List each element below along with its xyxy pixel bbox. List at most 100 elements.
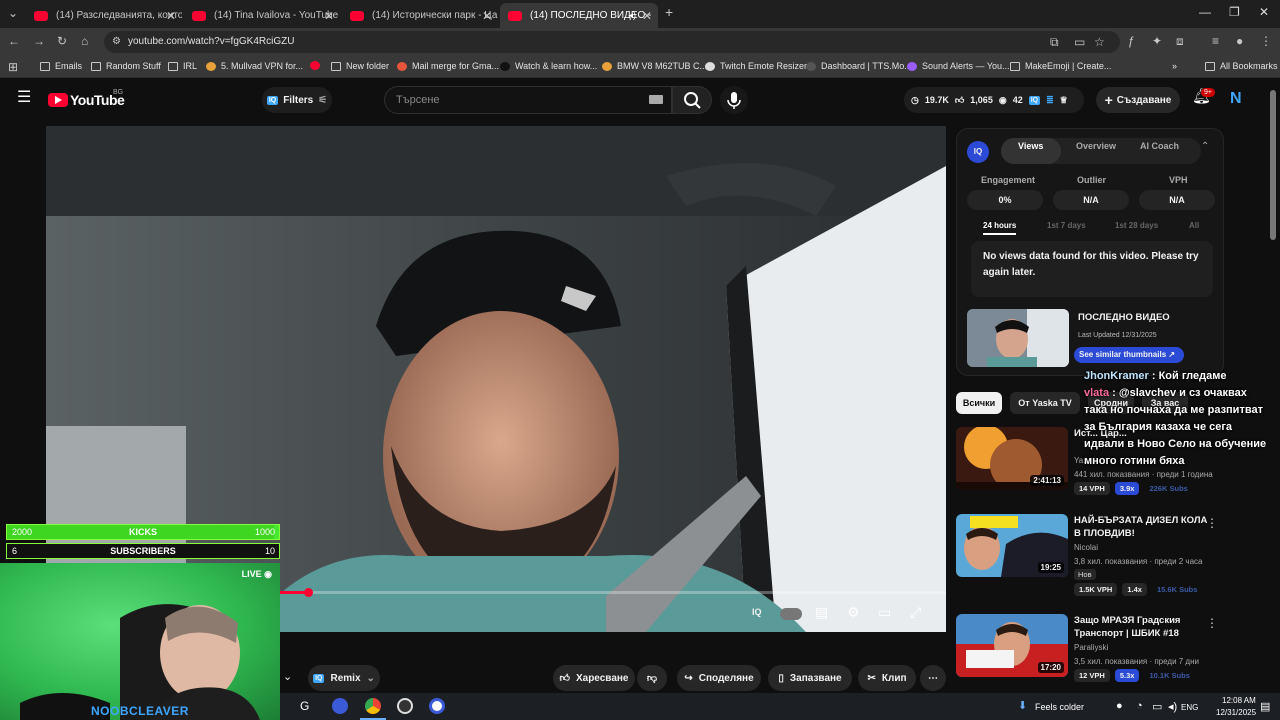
close-icon[interactable]: ✕ <box>324 9 334 23</box>
range-28-days[interactable]: 1st 28 days <box>1115 221 1158 230</box>
weather-icon[interactable]: ⬇ <box>1018 699 1027 712</box>
video-stats-pill[interactable]: ◷ 19.7K 👍︎ 1,065 ◉ 42 IQ ≣ ♕ <box>904 87 1084 113</box>
forward-icon[interactable]: → <box>33 34 45 48</box>
apps-grid-icon[interactable]: ⊞ <box>8 60 18 74</box>
language-indicator[interactable]: ENG <box>1181 703 1198 712</box>
recommendation-title[interactable]: Защо МРАЗЯ Градския Транспорт | ШБИК #18 <box>1074 614 1208 640</box>
bookmark-item[interactable] <box>310 61 325 70</box>
extension-icon[interactable]: ✦ <box>1152 34 1162 48</box>
close-icon[interactable]: ✕ <box>482 9 492 23</box>
browser-tab[interactable]: (14) Исторически парк - Царс ✕ <box>342 3 498 28</box>
close-icon[interactable]: ✕ <box>166 9 176 23</box>
media-icon[interactable]: ≡ <box>1212 34 1219 48</box>
create-button[interactable]: + Създаване <box>1096 87 1180 113</box>
taskbar-app-icon[interactable]: G <box>300 699 309 713</box>
network-icon[interactable]: ▭ <box>1152 700 1162 713</box>
minimize-icon[interactable]: — <box>1199 5 1211 19</box>
recommendation-item[interactable]: 17:20 Защо МРАЗЯ Градския Транспорт | ШБ… <box>956 614 1224 694</box>
mic-tray-icon[interactable]: ● <box>1116 700 1123 712</box>
save-button[interactable]: ▯ Запазване <box>768 665 852 691</box>
bookmark-item[interactable]: New folder <box>331 61 389 71</box>
range-24-hours[interactable]: 24 hours <box>983 221 1017 235</box>
avatar[interactable]: N <box>1230 90 1250 110</box>
similar-thumbnails-button[interactable]: See similar thumbnails ↗ <box>1074 347 1184 363</box>
all-bookmarks[interactable]: All Bookmarks <box>1205 61 1278 71</box>
close-window-icon[interactable]: ✕ <box>1259 5 1269 19</box>
more-vertical-icon[interactable]: ⋮ <box>1206 516 1218 530</box>
speaker-icon[interactable]: ◂) <box>628 10 636 21</box>
bookmark-item[interactable]: Random Stuff <box>91 61 161 71</box>
browser-tab[interactable]: (14) Разследванията, които бе ✕ <box>26 3 182 28</box>
hamburger-menu-icon[interactable]: ☰ <box>17 90 31 106</box>
weather-text[interactable]: Feels colder <box>1035 702 1084 712</box>
keyboard-icon[interactable] <box>649 95 663 104</box>
bookmark-item[interactable]: BMW V8 M62TUB C... <box>602 61 707 71</box>
range-all[interactable]: All <box>1189 221 1199 230</box>
like-button[interactable]: 👍︎ Харесване <box>553 665 635 691</box>
chevron-down-icon[interactable]: ⌄ <box>283 670 292 683</box>
close-icon[interactable]: ✕ <box>642 9 652 23</box>
bookmark-star-icon[interactable]: ☆ <box>1094 35 1105 49</box>
address-bar[interactable]: ⚙ youtube.com/watch?v=fgGK4RciGZU ⧉ ▭ ☆ <box>104 31 1120 53</box>
youtube-logo-icon[interactable] <box>48 93 68 107</box>
chip-from-channel[interactable]: От Yaska TV <box>1010 392 1080 414</box>
translate-icon[interactable]: ⧉ <box>1050 35 1059 49</box>
tab-ai-coach[interactable]: AI Coach <box>1140 141 1179 151</box>
new-tab-icon[interactable]: + <box>665 5 673 19</box>
search-input[interactable]: Търсене <box>384 86 672 114</box>
share-button[interactable]: ↪ Споделяне <box>677 665 761 691</box>
obs-icon[interactable] <box>397 698 413 714</box>
wifi-icon[interactable]: ◔ <box>1136 700 1143 712</box>
tab-overview[interactable]: Overview <box>1076 141 1116 151</box>
dislike-button[interactable]: 👎︎ <box>637 665 667 691</box>
page-scrollbar[interactable] <box>1270 90 1276 240</box>
clip-button[interactable]: ✂ Клип <box>858 665 916 691</box>
bookmark-item[interactable]: MakeEmoji | Create... <box>1010 61 1111 71</box>
bookmark-item[interactable]: Twitch Emote Resizer <box>705 61 807 71</box>
restore-icon[interactable]: ❐ <box>1229 5 1240 19</box>
recommendation-thumbnail[interactable]: 17:20 <box>956 614 1068 677</box>
recommendation-title[interactable]: НАЙ-БЪРЗАТА ДИЗЕЛ КОЛА В ПЛОВДИВ! <box>1074 514 1208 540</box>
channel-name[interactable]: Paraliyski <box>1074 643 1108 652</box>
progress-scrubber[interactable] <box>304 588 313 597</box>
recommendation-thumbnail[interactable]: 19:25 <box>956 514 1068 577</box>
bookmark-item[interactable]: IRL <box>168 61 197 71</box>
bookmark-item[interactable]: 5. Mullvad VPN for... <box>206 61 303 71</box>
progress-track[interactable] <box>280 591 946 594</box>
bookmark-item[interactable]: Mail merge for Gma... <box>397 61 499 71</box>
menu-icon[interactable]: ⋮ <box>1260 34 1272 48</box>
channel-name[interactable]: Nicolai <box>1074 543 1098 552</box>
tab-search-icon[interactable]: ⌄ <box>8 6 18 20</box>
notification-center-icon[interactable]: ▤ <box>1260 700 1270 713</box>
recommendation-thumbnail[interactable]: 2:41:13 <box>956 427 1068 490</box>
extensions-puzzle-icon[interactable]: ⧈ <box>1176 34 1184 48</box>
browser-tab-active[interactable]: (14) ПОСЛЕДНО ВИДЕО - ◂) ✕ <box>500 3 658 28</box>
collapse-chevron-icon[interactable]: ⌃ <box>1201 141 1209 152</box>
voice-search-button[interactable] <box>720 86 748 114</box>
clock-time[interactable]: 12:08 AM <box>1222 696 1256 705</box>
more-vertical-icon[interactable]: ⋮ <box>1206 616 1218 630</box>
remix-button[interactable]: IQ Remix ⌄ <box>308 665 380 691</box>
reload-icon[interactable]: ↻ <box>57 34 67 48</box>
settings-gear-icon[interactable]: ⚙ <box>847 604 860 621</box>
bookmarks-overflow-icon[interactable]: » <box>1172 61 1177 71</box>
taskbar-app-icon[interactable] <box>429 698 445 714</box>
extension-fx-icon[interactable]: ƒ <box>1128 34 1135 48</box>
range-7-days[interactable]: 1st 7 days <box>1047 221 1086 230</box>
search-button[interactable] <box>672 86 712 114</box>
subtitles-icon[interactable]: ▤ <box>815 604 828 621</box>
chrome-icon[interactable] <box>365 698 381 714</box>
chip-all[interactable]: Всички <box>956 392 1002 414</box>
autoplay-toggle[interactable] <box>780 608 802 620</box>
bookmark-item[interactable]: Emails <box>40 61 82 71</box>
bookmark-item[interactable]: Dashboard | TTS.Mo... <box>806 61 912 71</box>
clock-date[interactable]: 12/31/2025 <box>1216 708 1256 717</box>
iq-logo-icon[interactable]: IQ <box>752 607 762 617</box>
back-icon[interactable]: ← <box>8 34 20 48</box>
taskbar-app-icon[interactable] <box>332 698 348 714</box>
more-actions-button[interactable]: ⋯ <box>920 665 946 691</box>
site-info-icon[interactable]: ⚙ <box>112 35 121 49</box>
browser-tab[interactable]: (14) Tina Ivailova - YouTube ✕ <box>184 3 340 28</box>
theater-mode-icon[interactable]: ▭ <box>878 604 891 621</box>
bookmark-item[interactable]: Sound Alerts — You... <box>907 61 1010 71</box>
